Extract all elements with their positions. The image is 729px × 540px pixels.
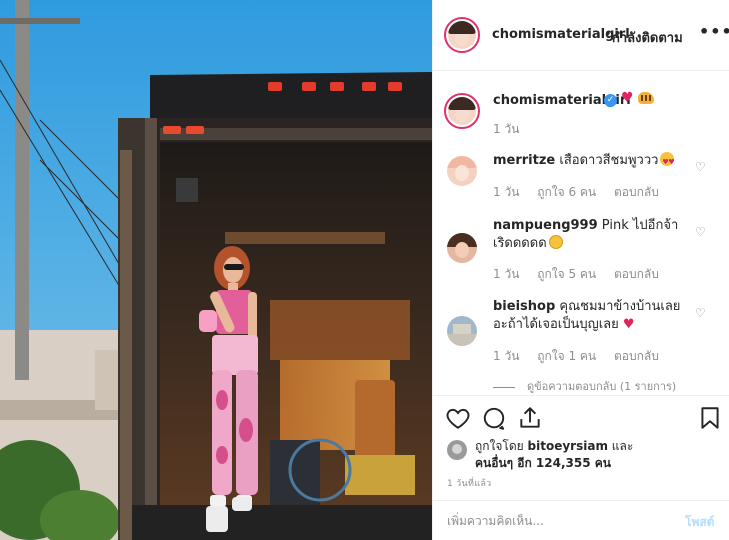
comment-username[interactable]: bieishop — [493, 299, 555, 314]
more-options-icon[interactable]: ••• — [699, 22, 729, 42]
author-avatar[interactable] — [444, 17, 480, 53]
comment-text: nampueng999 Pink ไปอีกจ้า เริดดดดด — [493, 217, 693, 253]
comments-list[interactable]: chomismaterialgirl ✓ ♥ 1 วัน merritze เส… — [433, 72, 729, 394]
post-header: chomismaterialgirl • กำลังติดตาม ••• — [433, 0, 729, 71]
comment-time[interactable]: 1 วัน — [493, 349, 519, 363]
comment-like-icon[interactable]: ♡ — [695, 160, 706, 174]
commenter-avatar[interactable] — [447, 156, 477, 186]
liked-by-prefix: ถูกใจโดย — [475, 439, 524, 453]
commenter-avatar[interactable] — [447, 316, 477, 346]
comment-icon[interactable] — [481, 405, 507, 431]
liked-by-and: และ — [611, 439, 634, 453]
replies-divider-line — [493, 386, 515, 388]
post-date[interactable]: 1 วันที่แล้ว — [447, 476, 492, 490]
reply-button[interactable]: ตอบกลับ — [614, 267, 659, 281]
heart-icon[interactable] — [445, 405, 471, 431]
comment-meta: 1 วัน ถูกใจ 5 คน ตอบกลับ — [493, 265, 673, 284]
caption-avatar[interactable] — [444, 93, 480, 129]
comment-meta: 1 วัน ถูกใจ 6 คน ตอบกลับ — [493, 183, 673, 202]
bookmark-icon[interactable] — [697, 405, 723, 431]
view-replies-label[interactable]: ดูข้อความตอบกลับ (1 รายการ) — [527, 380, 676, 393]
comment-username[interactable]: merritze — [493, 153, 555, 168]
post-image — [0, 0, 432, 540]
comment-time[interactable]: 1 วัน — [493, 185, 519, 199]
post-photo[interactable] — [0, 0, 432, 540]
red-heart-emoji: ♥ — [621, 90, 634, 106]
view-replies-button[interactable]: ดูข้อความตอบกลับ (1 รายการ) — [493, 377, 676, 394]
reply-button[interactable]: ตอบกลับ — [614, 349, 659, 363]
add-comment-input[interactable] — [447, 511, 667, 531]
smiling-face-emoji — [548, 235, 563, 249]
comment-text: bieishop คุณชมมาข้างบ้านเลยอะถ้าได้เจอเป… — [493, 298, 693, 334]
comment-likes[interactable]: ถูกใจ 1 คน — [537, 349, 596, 363]
commenter-avatar[interactable] — [447, 233, 477, 263]
comment-username[interactable]: nampueng999 — [493, 218, 598, 233]
following-button[interactable]: กำลังติดตาม — [612, 27, 683, 48]
post-comment-button[interactable]: โพสต์ — [685, 513, 714, 532]
post-actions-bar — [433, 395, 729, 439]
comment-time[interactable]: 1 วัน — [493, 267, 519, 281]
heart-eyes-emoji — [660, 152, 675, 171]
header-separator: • — [604, 27, 612, 42]
likes-summary: ถูกใจโดย bitoeyrsiam และ คนอื่นๆ อีก 124… — [433, 436, 729, 472]
comment-meta: 1 วัน ถูกใจ 1 คน ตอบกลับ — [493, 347, 673, 366]
liked-by-user[interactable]: bitoeyrsiam — [528, 439, 608, 453]
comment-like-icon[interactable]: ♡ — [695, 306, 706, 320]
add-comment-bar: โพสต์ — [433, 500, 729, 540]
comment-text: merritze เสือดาวสีชมพูววว — [493, 152, 693, 171]
liked-by-others-line: คนอื่นๆ อีก 124,355 คน — [475, 454, 611, 473]
post-side-panel: chomismaterialgirl • กำลังติดตาม ••• cho… — [432, 0, 729, 540]
tiger-emoji — [638, 92, 654, 104]
reply-button[interactable]: ตอบกลับ — [614, 185, 659, 199]
liker-avatar[interactable] — [447, 440, 467, 460]
comment-item: nampueng999 Pink ไปอีกจ้า เริดดดดด 1 วัน… — [433, 217, 729, 297]
comment-item: bieishop คุณชมมาข้างบ้านเลยอะถ้าได้เจอเป… — [433, 298, 729, 378]
comment-body: เสือดาวสีชมพูววว — [559, 153, 659, 168]
share-icon[interactable] — [517, 405, 543, 431]
liked-by-others[interactable]: คนอื่นๆ อีก 124,355 คน — [475, 456, 611, 470]
comment-likes[interactable]: ถูกใจ 5 คน — [537, 267, 596, 281]
caption-time[interactable]: 1 วัน — [493, 120, 519, 139]
comment-like-icon[interactable]: ♡ — [695, 225, 706, 239]
red-heart-emoji: ♥ — [622, 317, 635, 332]
comment-likes[interactable]: ถูกใจ 6 คน — [537, 185, 596, 199]
verified-badge-icon: ✓ — [604, 94, 617, 107]
